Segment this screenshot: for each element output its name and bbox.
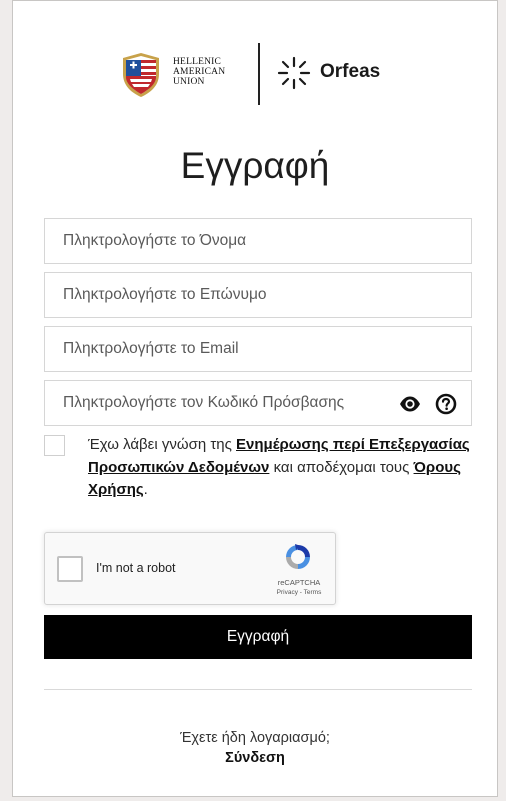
recaptcha-widget: I'm not a robot reCAPTCHA Privacy - Term…: [44, 532, 336, 605]
hau-line-3: UNION: [173, 77, 205, 87]
consent-text: Έχω λάβει γνώση της Ενημέρωσης περί Επεξ…: [88, 434, 478, 502]
hau-line-1: HELLENIC: [173, 57, 222, 67]
password-icons: [399, 393, 457, 415]
consent-text-part-1: Έχω λάβει γνώση της: [88, 436, 237, 453]
last-name-input[interactable]: [45, 273, 471, 317]
recaptcha-checkbox[interactable]: [57, 556, 83, 582]
brand-header: HELLENIC AMERICAN UNION Orfeas: [13, 41, 497, 107]
first-name-field: [44, 218, 472, 264]
recaptcha-brand: reCAPTCHA: [277, 578, 321, 587]
recaptcha-privacy-terms-links[interactable]: Privacy - Terms: [269, 589, 329, 596]
consent-text-part-3: .: [143, 481, 148, 498]
recaptcha-logo-icon: [286, 544, 310, 569]
question-circle-icon[interactable]: [435, 393, 457, 415]
email-input[interactable]: [45, 327, 471, 371]
orfeas-wordmark: Orfeas: [320, 61, 381, 82]
eye-icon[interactable]: [399, 393, 421, 415]
hellenic-american-union-shield-logo: [123, 53, 159, 97]
email-field: [44, 326, 472, 372]
registration-card: HELLENIC AMERICAN UNION Orfeas Εγγραφή Π…: [12, 0, 498, 797]
last-name-field: [44, 272, 472, 318]
hellenic-american-union-wordmark: HELLENIC AMERICAN UNION: [173, 57, 225, 87]
recaptcha-label: I'm not a robot: [96, 561, 176, 575]
page-title: Εγγραφή: [180, 145, 330, 186]
first-name-input[interactable]: [45, 219, 471, 263]
logo-divider: [258, 43, 260, 105]
footer-divider: [44, 689, 472, 690]
password-field: [44, 380, 472, 426]
login-link-row: Σύνδεση: [13, 750, 497, 766]
have-account-text: Έχετε ήδη λογαριασμό;: [180, 730, 330, 746]
consent-checkbox[interactable]: [44, 435, 65, 456]
consent-text-part-2: και αποδέχομαι τους: [269, 458, 414, 476]
register-button[interactable]: Εγγραφή: [44, 615, 472, 659]
login-link[interactable]: Σύνδεση: [225, 750, 285, 766]
orfeas-sparkle-logo-icon: [277, 56, 311, 90]
hau-line-2: AMERICAN: [173, 67, 226, 77]
